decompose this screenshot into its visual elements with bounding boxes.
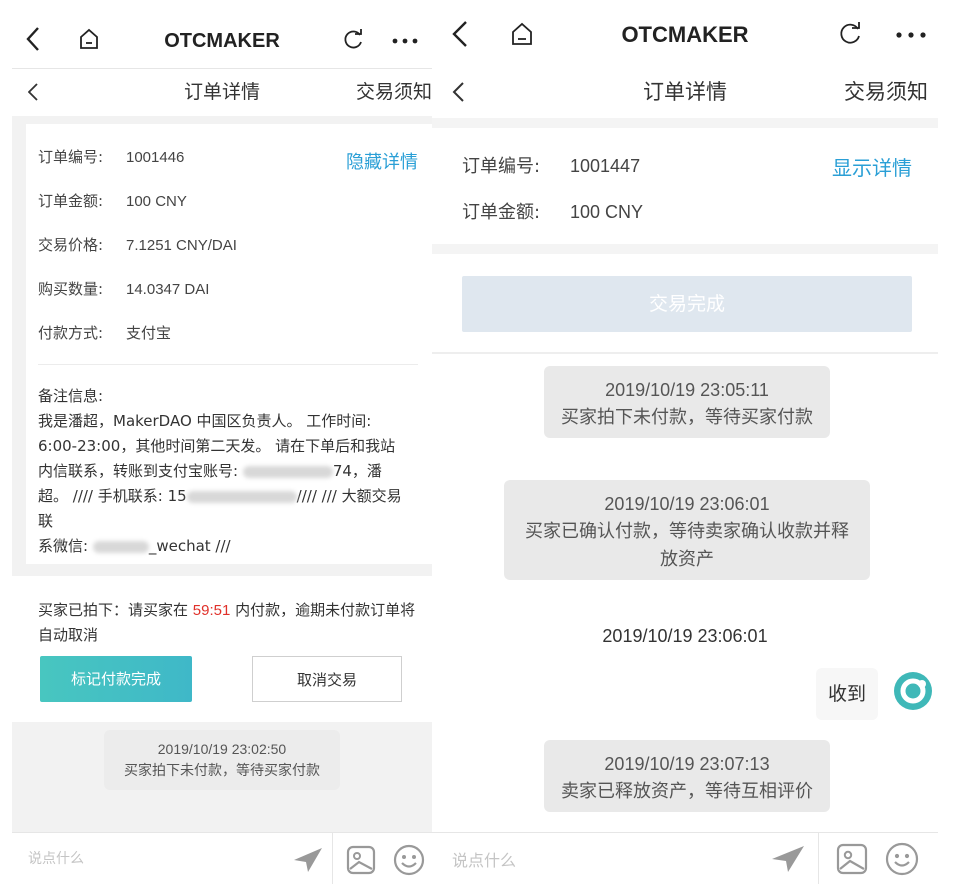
chat-system-message: 2019/10/19 23:05:11 买家拍下未付款，等待买家付款 [544, 366, 830, 438]
avatar[interactable] [894, 672, 932, 710]
order-id-row: 订单编号: 1001446 [38, 148, 185, 166]
show-details-toggle[interactable]: 显示详情 [832, 152, 912, 181]
separator [432, 352, 938, 354]
app-bar: OTCMAKER [432, 0, 938, 66]
refresh-icon[interactable] [342, 29, 364, 51]
blurred-wechat [92, 540, 149, 553]
order-amount-value: 100 CNY [570, 202, 644, 222]
blurred-phone [186, 490, 297, 503]
countdown-timer: 59:51 [192, 602, 231, 619]
payment-method-value: 支付宝 [126, 325, 172, 342]
order-amount-value: 100 CNY [126, 193, 187, 210]
divider [38, 364, 418, 365]
quantity-row: 购买数量: 14.0347 DAI [38, 280, 210, 298]
left-screen: OTCMAKER 订单详情 交易须知 订单编号: 1001446 隐藏详情 订单金… [12, 0, 432, 884]
divider [332, 833, 333, 884]
sub-header: 订单详情 交易须知 [12, 68, 432, 116]
separator [432, 118, 938, 128]
chat-user-message: 收到 [816, 668, 878, 720]
chat-system-message: 2019/10/19 23:02:50 买家拍下未付款，等待买家付款 [104, 730, 340, 790]
chat-system-message: 2019/10/19 23:07:13 卖家已释放资产，等待互相评价 [544, 740, 830, 812]
separator [432, 244, 938, 254]
app-title: OTCMAKER [164, 30, 280, 52]
order-detail-card: 订单编号: 1001446 隐藏详情 订单金额: 100 CNY 交易价格: 7.12… [26, 124, 432, 564]
app-title: OTCMAKER [621, 22, 749, 47]
image-icon[interactable] [836, 843, 868, 875]
status-card: 交易完成 [432, 254, 938, 352]
cancel-trade-button[interactable]: 取消交易 [252, 656, 402, 702]
blurred-account [242, 465, 333, 478]
order-amount-row: 订单金额: 100 CNY [38, 192, 187, 210]
sub-header: 订单详情 交易须知 [432, 66, 938, 118]
payment-action-card: 买家已拍下：请买家在 59:51 内付款，逾期未付款订单将自动取消 标记付款完成… [12, 576, 432, 722]
trade-notice-link[interactable]: 交易须知 [844, 66, 928, 118]
chat-timestamp: 2019/10/19 23:06:01 [602, 626, 768, 646]
emoji-icon[interactable] [392, 843, 426, 877]
order-id-value: 1001446 [126, 149, 185, 166]
order-amount-row: 订单金额: 100 CNY [462, 202, 644, 223]
remark-block: 备注信息: 我是潘超，MakerDAO 中国区负责人。 工作时间: 6:00-2… [38, 387, 402, 555]
chat-input-bar: 说点什么 [12, 832, 432, 884]
order-id-value: 1001447 [570, 156, 641, 176]
message-input[interactable]: 说点什么 [28, 848, 84, 868]
payment-method-row: 付款方式: 支付宝 [38, 324, 172, 342]
order-id-row: 订单编号: 1001447 [462, 156, 641, 177]
quantity-value: 14.0347 DAI [126, 281, 210, 298]
chat-input-bar: 说点什么 [432, 832, 938, 884]
send-icon[interactable] [770, 845, 806, 873]
hide-details-toggle[interactable]: 隐藏详情 [346, 148, 418, 174]
right-screen: OTCMAKER 订单详情 交易须知 订单编号: 1001447 显示详情 订单金… [432, 0, 938, 884]
mark-paid-button[interactable]: 标记付款完成 [40, 656, 192, 702]
refresh-icon[interactable] [838, 22, 862, 46]
chat-system-message: 2019/10/19 23:06:01 买家已确认付款，等待卖家确认收款并释 放… [504, 480, 870, 580]
emoji-icon[interactable] [884, 841, 920, 877]
divider [818, 833, 819, 884]
send-icon[interactable] [292, 847, 324, 873]
image-icon[interactable] [346, 845, 376, 875]
message-input[interactable]: 说点什么 [452, 847, 516, 871]
trade-complete-button: 交易完成 [462, 276, 912, 332]
trade-price-value: 7.1251 CNY/DAI [126, 237, 237, 254]
more-icon[interactable] [896, 32, 926, 38]
trade-notice-link[interactable]: 交易须知 [356, 69, 432, 115]
trade-price-row: 交易价格: 7.1251 CNY/DAI [38, 236, 237, 254]
more-icon[interactable] [392, 38, 420, 44]
app-bar: OTCMAKER [12, 0, 432, 68]
order-detail-card: 订单编号: 1001447 显示详情 订单金额: 100 CNY [432, 128, 938, 244]
payment-hint: 买家已拍下：请买家在 59:51 内付款，逾期未付款订单将自动取消 [38, 601, 416, 644]
